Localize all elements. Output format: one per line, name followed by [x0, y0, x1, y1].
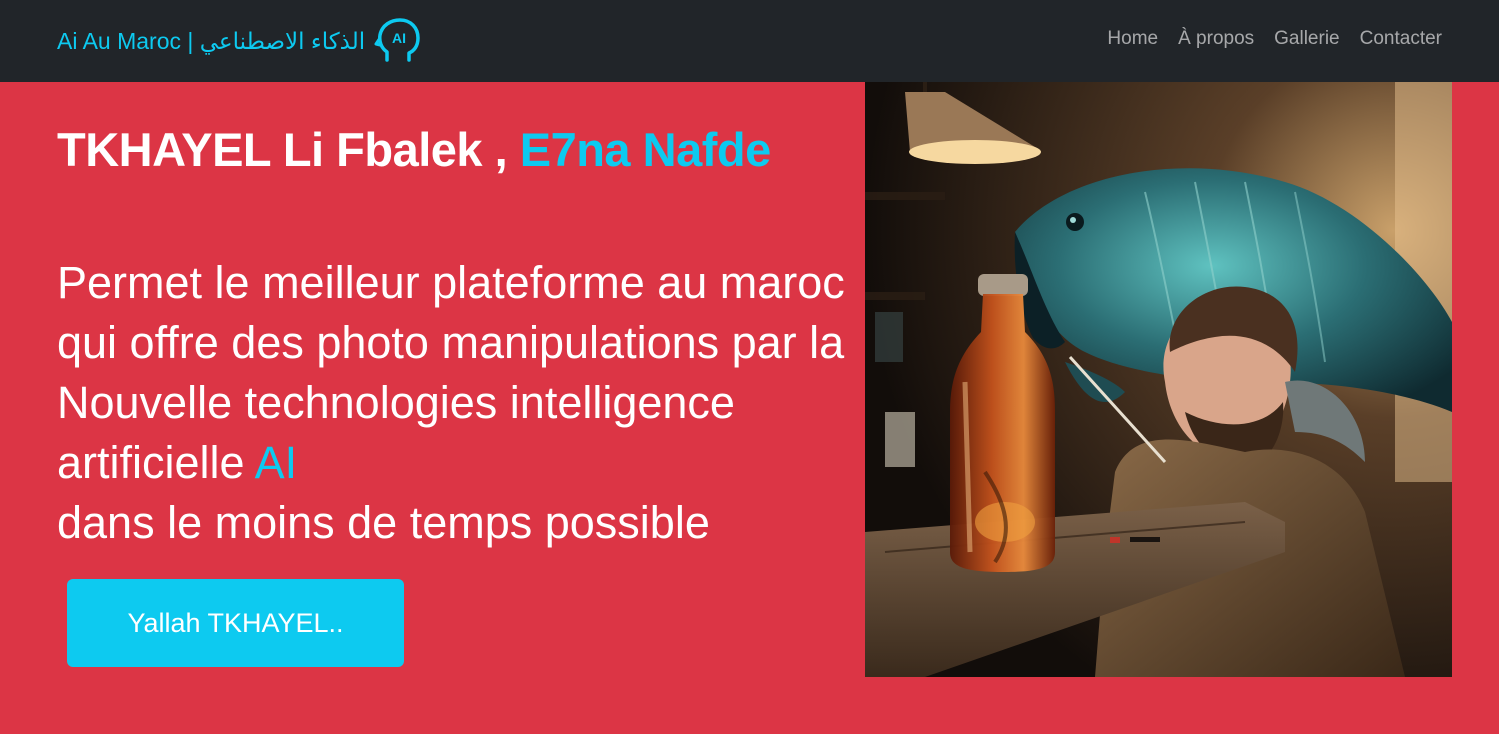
nav-link-a-propos[interactable]: À propos: [1178, 28, 1254, 50]
hero-title-main: TKHAYEL Li Fbalek ,: [57, 123, 520, 176]
ai-head-icon: AI: [374, 18, 420, 62]
logo-text: AI: [392, 30, 406, 46]
hero-description-end: dans le moins de temps possible: [57, 497, 710, 548]
hero-title: TKHAYEL Li Fbalek , E7na Nafde: [57, 122, 771, 177]
nav-links: Home À propos Gallerie Contacter: [1107, 28, 1442, 50]
hero-description-ai: AI: [254, 437, 298, 488]
brand-arabic: الذكاء الاصطناعي: [199, 27, 366, 54]
cta-button[interactable]: Yallah TKHAYEL..: [67, 579, 404, 667]
artwork-illustration: [865, 82, 1452, 677]
brand-link[interactable]: Ai Au Maroc | الذكاء الاصطناعي AI: [57, 16, 423, 66]
hero-artwork: [865, 82, 1452, 677]
brand-text: Ai Au Maroc | الذكاء الاصطناعي: [57, 28, 365, 55]
hero-description-main: Permet le meilleur plateforme au maroc q…: [57, 257, 845, 488]
nav-link-gallerie[interactable]: Gallerie: [1274, 28, 1339, 50]
nav-link-home[interactable]: Home: [1107, 28, 1158, 50]
brand-latin: Ai Au Maroc |: [57, 27, 200, 54]
nav-link-contacter[interactable]: Contacter: [1360, 28, 1442, 50]
navbar: Ai Au Maroc | الذكاء الاصطناعي AI Home À…: [0, 0, 1499, 82]
hero-title-accent: E7na Nafde: [519, 123, 771, 176]
hero-description: Permet le meilleur plateforme au maroc q…: [57, 253, 857, 553]
